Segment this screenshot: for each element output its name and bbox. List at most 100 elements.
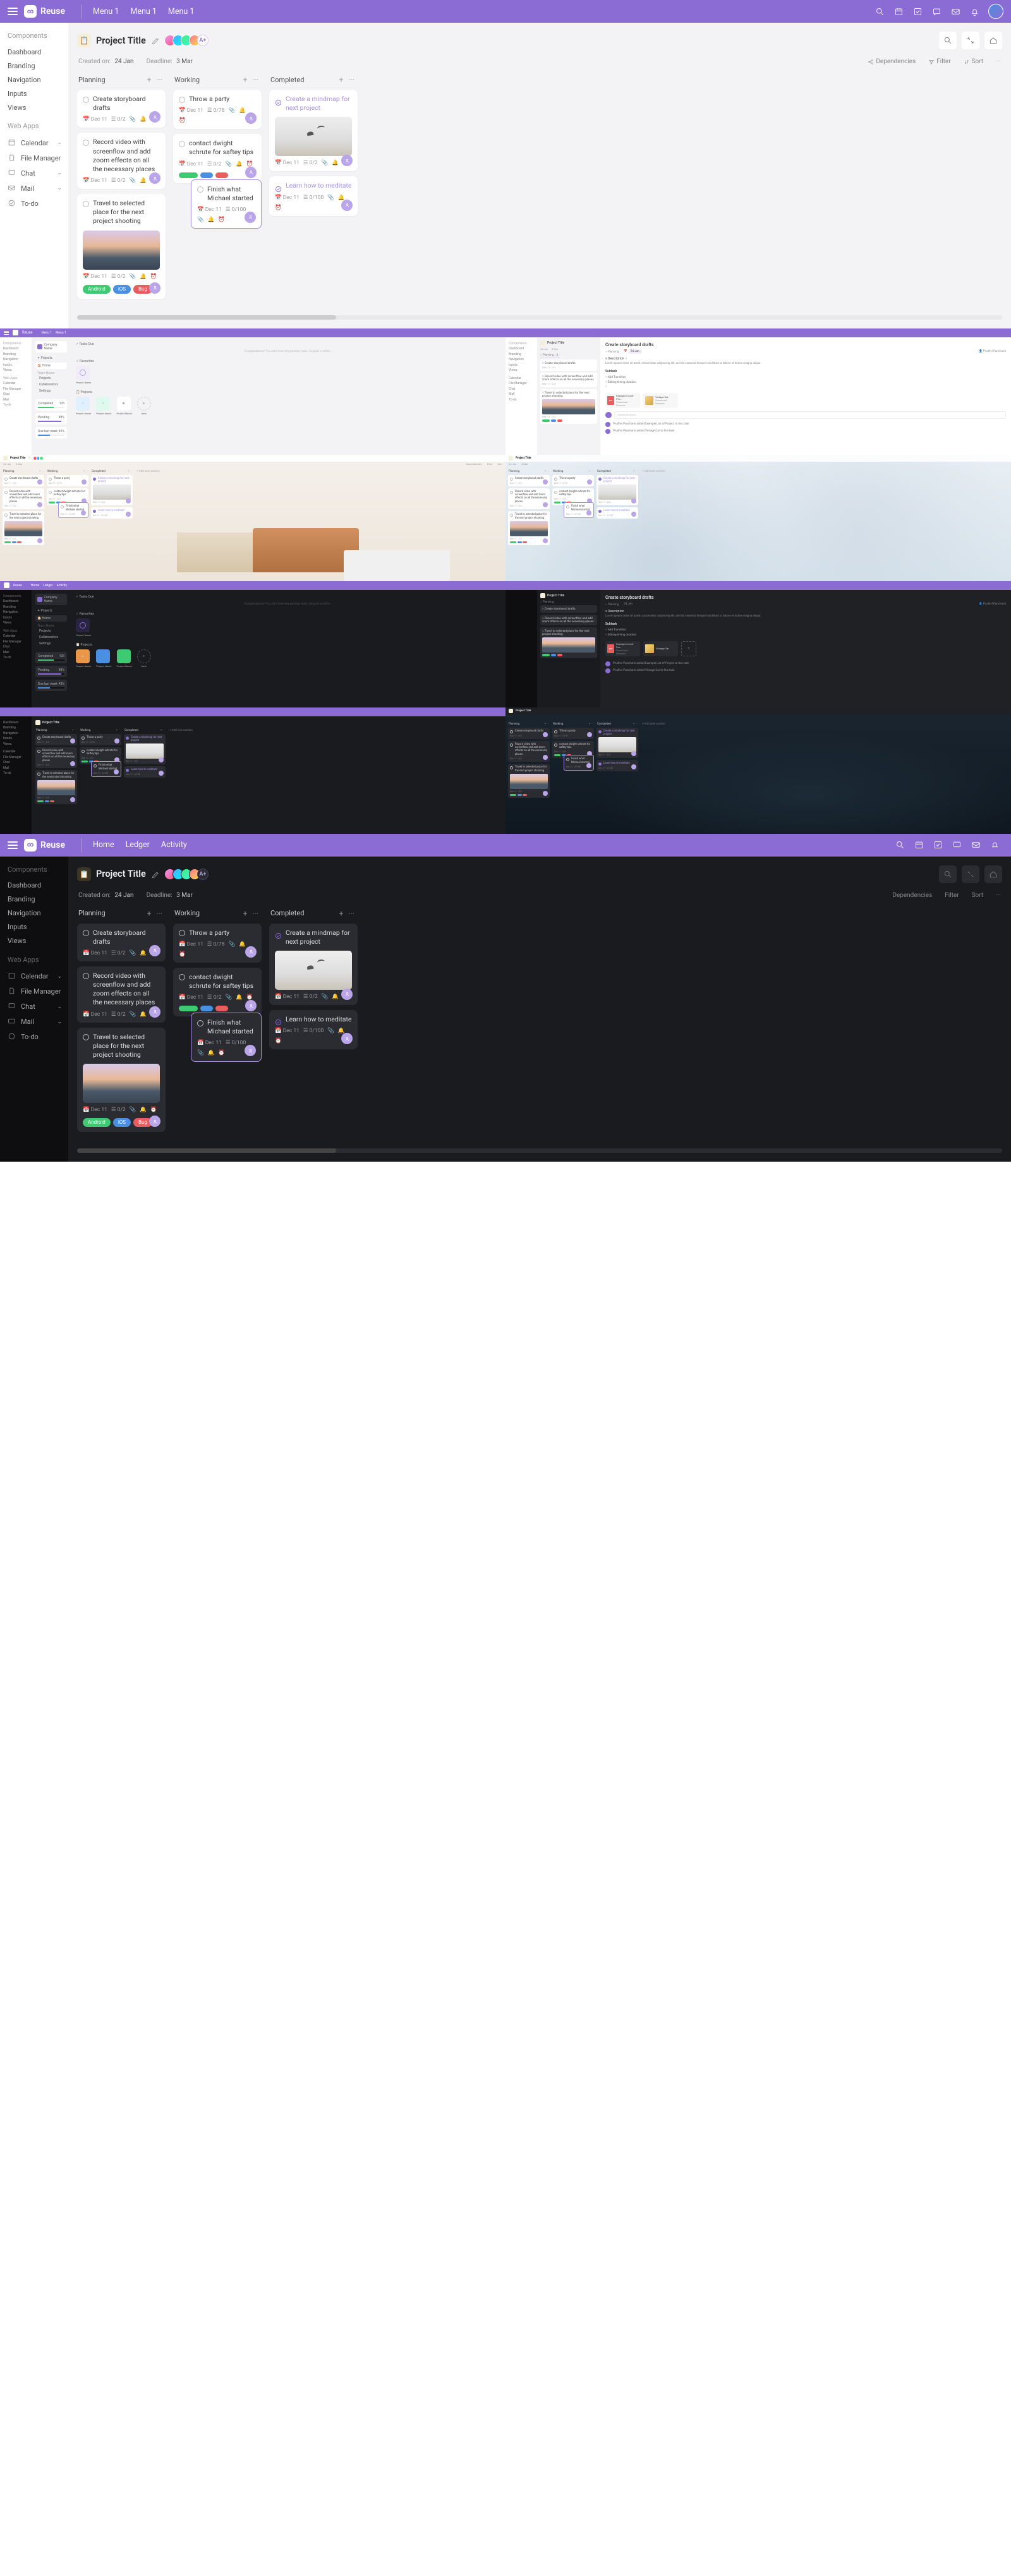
search-button[interactable]: [939, 32, 957, 49]
assignee-avatar[interactable]: [341, 1033, 353, 1044]
assignee-avatar[interactable]: [245, 1000, 257, 1011]
sidebar-item-mail[interactable]: Mail⌄: [8, 181, 68, 196]
bell-icon[interactable]: [966, 3, 983, 20]
status-radio[interactable]: [83, 201, 89, 207]
assignee-avatar[interactable]: [341, 989, 353, 1000]
more-button[interactable]: ···: [996, 58, 1001, 65]
topmenu-item[interactable]: Ledger: [126, 840, 150, 850]
status-radio[interactable]: [179, 974, 185, 980]
status-radio[interactable]: [83, 973, 89, 979]
assignee-avatar[interactable]: [245, 946, 257, 958]
filter-button[interactable]: Filter: [928, 58, 950, 65]
status-radio[interactable]: [83, 140, 89, 146]
checkbox-icon[interactable]: [929, 836, 947, 854]
column-menu-button[interactable]: ···: [154, 75, 164, 85]
status-radio[interactable]: [83, 930, 89, 936]
mail-icon[interactable]: [947, 3, 964, 20]
avatar-stack[interactable]: A+: [167, 869, 209, 880]
kanban-card[interactable]: Record video with screenflow and add zoo…: [77, 133, 166, 189]
sidebar-item-todo[interactable]: To-do: [8, 196, 68, 211]
check-icon[interactable]: [275, 97, 282, 104]
column-menu-button[interactable]: ···: [346, 908, 356, 918]
kanban-card[interactable]: Create a mindmap for next project 📅 Dec …: [269, 90, 358, 171]
kanban-card[interactable]: Throw a party 📅 Dec 11 ☰ 0/78 📎 🔔 ⏰: [173, 90, 262, 129]
expand-button[interactable]: [962, 32, 979, 49]
chat-icon[interactable]: [948, 836, 966, 854]
home-button[interactable]: [984, 32, 1002, 49]
assignee-avatar[interactable]: [149, 1116, 160, 1127]
checkbox-icon[interactable]: [909, 3, 926, 20]
search-button[interactable]: [939, 865, 957, 883]
add-card-button[interactable]: +: [336, 75, 346, 85]
add-card-button[interactable]: +: [240, 75, 250, 85]
check-icon[interactable]: [275, 183, 282, 190]
kanban-card[interactable]: Create a mindmap for next project 📅 Dec …: [269, 924, 358, 1005]
avatar-stack[interactable]: A+: [167, 35, 209, 46]
sidebar-item-dashboard[interactable]: Dashboard: [8, 879, 68, 893]
kanban-card[interactable]: Throw a party 📅 Dec 11 ☰ 0/78 📎 🔔 ⏰: [173, 924, 262, 963]
avatar-add[interactable]: A+: [197, 35, 209, 46]
sidebar-item-inputs[interactable]: Inputs: [8, 87, 68, 100]
assignee-avatar[interactable]: [149, 282, 160, 294]
edit-icon[interactable]: [151, 870, 160, 879]
assignee-avatar[interactable]: [245, 167, 257, 178]
add-card-button[interactable]: +: [240, 908, 250, 918]
status-radio[interactable]: [179, 930, 185, 936]
kanban-card[interactable]: Create storyboard drafts 📅 Dec 11 ☰ 0/2 …: [77, 924, 166, 961]
sort-button[interactable]: Sort: [964, 58, 984, 65]
kanban-card[interactable]: Travel to selected place for the next pr…: [77, 1028, 166, 1133]
edit-icon[interactable]: [151, 36, 160, 45]
sidebar-item-calendar[interactable]: Calendar⌄: [8, 135, 68, 150]
sidebar-item-todo[interactable]: To-do: [8, 1030, 68, 1045]
expand-button[interactable]: [962, 865, 979, 883]
kanban-card[interactable]: Learn how to meditate 📅 Dec 11 ☰ 0/100 📎…: [269, 176, 358, 215]
sidebar-item-branding[interactable]: Branding: [8, 59, 68, 73]
sidebar-item-chat[interactable]: Chat⌄: [8, 166, 68, 181]
horizontal-scrollbar[interactable]: [77, 315, 1002, 320]
assignee-avatar[interactable]: [341, 200, 353, 211]
assignee-avatar[interactable]: [245, 212, 256, 223]
sidebar-item-chat[interactable]: Chat⌄: [8, 999, 68, 1014]
column-menu-button[interactable]: ···: [250, 908, 260, 918]
add-card-button[interactable]: +: [144, 75, 154, 85]
home-button[interactable]: [984, 865, 1002, 883]
check-icon[interactable]: [275, 1016, 282, 1023]
bell-icon[interactable]: [986, 836, 1003, 854]
calendar-icon[interactable]: [890, 3, 907, 20]
sidebar-item-filemanager[interactable]: File Manager: [8, 150, 68, 166]
sidebar-item-views[interactable]: Views: [8, 100, 68, 114]
assignee-avatar[interactable]: [149, 945, 160, 956]
dependencies-button[interactable]: Dependencies: [868, 58, 916, 65]
column-menu-button[interactable]: ···: [346, 75, 356, 85]
assignee-avatar[interactable]: [149, 172, 160, 184]
kanban-card[interactable]: Create storyboard drafts 📅 Dec 11 ☰ 0/2 …: [77, 90, 166, 128]
hamburger-icon[interactable]: [8, 841, 18, 849]
status-radio[interactable]: [83, 1034, 89, 1040]
topmenu-item[interactable]: Home: [93, 840, 114, 850]
kanban-card[interactable]: contact dwight schrute for saftey tips 📅…: [173, 968, 262, 1016]
more-button[interactable]: ···: [996, 892, 1001, 899]
filter-button[interactable]: Filter: [945, 892, 959, 899]
sidebar-item-navigation[interactable]: Navigation: [8, 906, 68, 920]
status-radio[interactable]: [179, 97, 185, 103]
horizontal-scrollbar[interactable]: [77, 1148, 1002, 1153]
kanban-card[interactable]: Record video with screenflow and add zoo…: [77, 966, 166, 1023]
calendar-icon[interactable]: [910, 836, 928, 854]
sidebar-item-views[interactable]: Views: [8, 934, 68, 948]
topmenu-item[interactable]: Menu 1: [130, 7, 156, 16]
sidebar-item-dashboard[interactable]: Dashboard: [8, 45, 68, 59]
kanban-card[interactable]: Finish what Michael started 📅 Dec 11 ☰ 0…: [191, 179, 262, 229]
sidebar-item-branding[interactable]: Branding: [8, 893, 68, 906]
sidebar-item-navigation[interactable]: Navigation: [8, 73, 68, 87]
add-card-button[interactable]: +: [144, 908, 154, 918]
sort-button[interactable]: Sort: [972, 892, 984, 899]
topmenu-item[interactable]: Menu 1: [168, 7, 194, 16]
hamburger-icon[interactable]: [8, 8, 18, 15]
status-radio[interactable]: [197, 1020, 203, 1026]
kanban-card[interactable]: Learn how to meditate 📅 Dec 11 ☰ 0/100 📎…: [269, 1010, 358, 1049]
kanban-card[interactable]: Travel to selected place for the next pr…: [77, 194, 166, 299]
topmenu-item[interactable]: Menu 1: [93, 7, 119, 16]
mail-icon[interactable]: [967, 836, 984, 854]
sidebar-item-filemanager[interactable]: File Manager: [8, 984, 68, 999]
user-avatar[interactable]: [988, 4, 1003, 19]
